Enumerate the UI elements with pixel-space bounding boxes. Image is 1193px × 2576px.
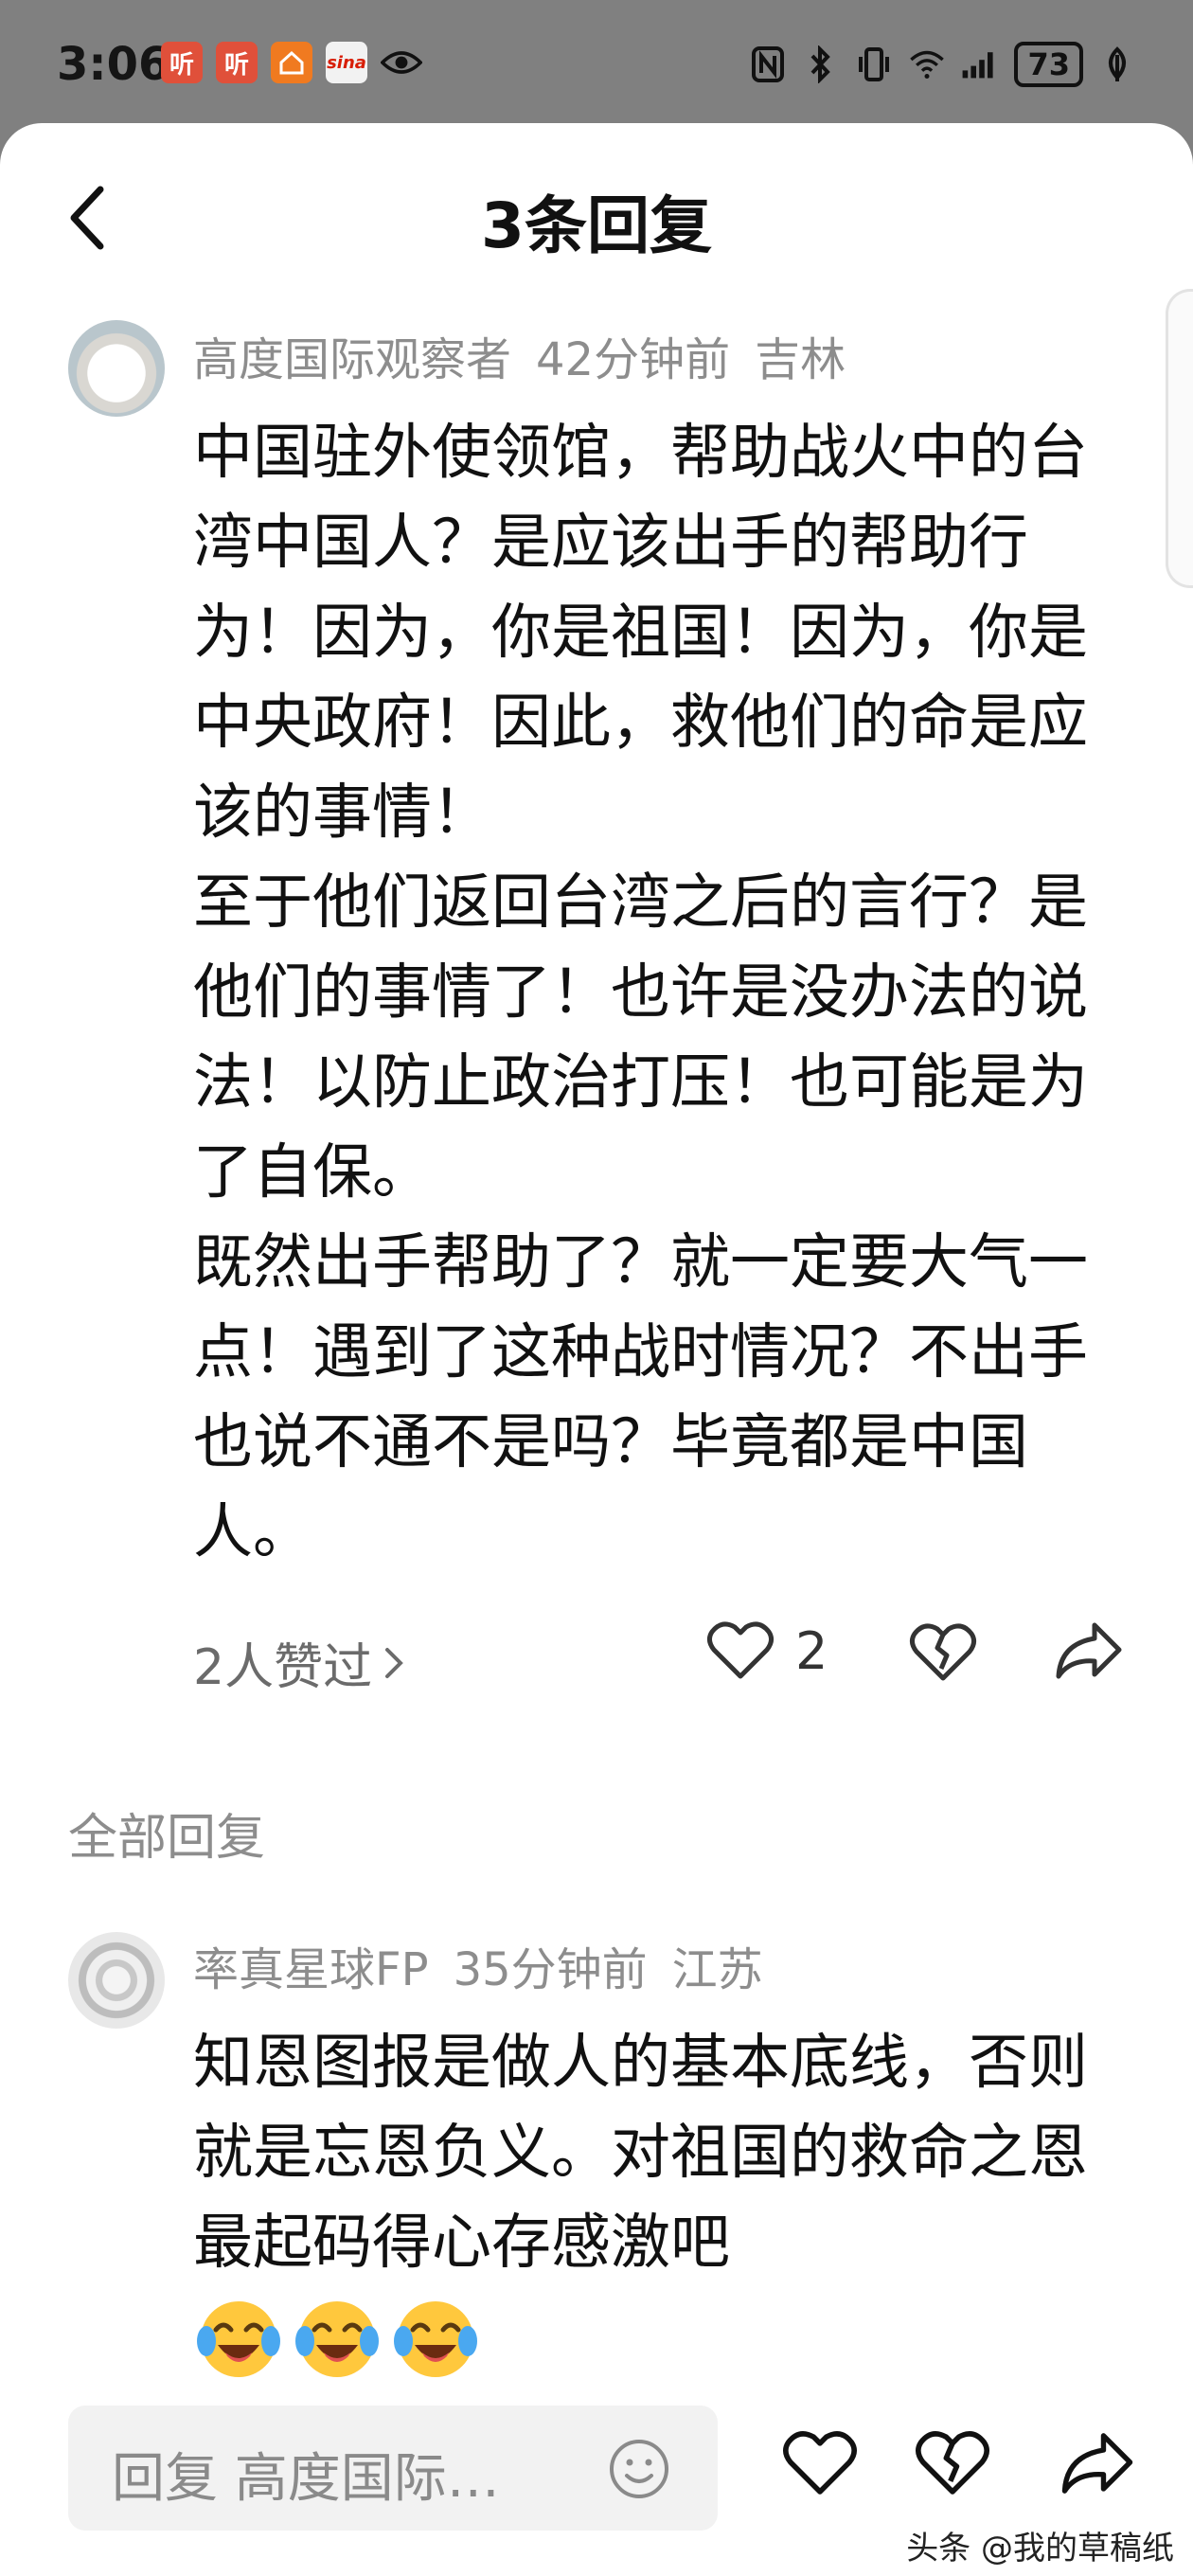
comment-time: 42分钟前 [536,333,731,386]
vibrate-icon [855,45,893,83]
dislike-button[interactable] [909,1621,977,1684]
comment-paragraph: 至于他们返回台湾之后的言行？是他们的事情了！也许是没办法的说法！以防止政治打压！… [193,868,1088,1207]
battery-indicator: 73 [1014,42,1083,87]
reply-meta: 率真星球FP 35分钟前 江苏 [193,1932,788,1998]
reply-input[interactable]: 回复 高度国际… [68,2406,718,2531]
smiley-icon [610,2440,668,2498]
emoji-row [193,2292,481,2383]
comment-location: 吉林 [755,333,846,386]
bottom-share-button[interactable] [1059,2428,1140,2510]
author-name[interactable]: 率真星球FP [193,1943,429,1996]
nfc-icon [749,45,787,83]
author-name[interactable]: 高度国际观察者 [193,333,511,386]
system-icons: 73 [749,42,1136,87]
bluetooth-icon [802,45,840,83]
eye-icon [381,42,422,83]
sina-label: sina [327,52,366,73]
share-icon [1056,1622,1122,1679]
emoji-button[interactable] [608,2438,670,2500]
avatar[interactable] [68,1932,165,2029]
comment-meta: 高度国际观察者 42分钟前 吉林 [193,322,870,388]
reply-location: 江苏 [671,1943,763,1996]
reply-paragraph: 知恩图报是做人的基本底线，否则就是忘恩负义。对祖国的救命之恩最起码得心存感激吧 [193,2028,1088,2277]
like-button[interactable]: 2 [706,1619,828,1682]
ting-app-icon: 听 [161,42,203,83]
laughing-crying-emoji-icon [295,2301,379,2377]
page-title: 3条回复 [481,189,712,262]
chevron-right-icon [385,1647,403,1678]
ting-app-icon: 听 [216,42,258,83]
comment-body: 中国驻外使领馆，帮助战火中的台湾中国人？是应该出手的帮助行为！因为，你是祖国！因… [193,407,1131,1577]
house-app-icon [271,42,312,83]
heart-icon [706,1621,775,1679]
avatar[interactable] [68,320,165,417]
broken-heart-icon [916,2431,989,2495]
share-icon [1061,2433,1133,2494]
watermark: 头条 @我的草稿纸 [906,2530,1174,2567]
notification-icons: 听 听 sina [161,42,422,83]
share-button[interactable] [1053,1619,1125,1682]
wifi-icon [908,45,946,83]
bottom-dislike-button[interactable] [915,2428,996,2510]
side-scroll-handle[interactable] [1166,289,1193,588]
laughing-crying-emoji-icon [394,2301,477,2377]
comment-paragraph: 既然出手帮助了？就一定要大气一点！遇到了这种战时情况？不出手也说不通不是吗？毕竟… [193,1227,1088,1566]
all-replies-label: 全部回复 [68,1810,266,1867]
likes-summary-text: 2人赞过 [193,1639,373,1696]
signal-icon [961,45,999,83]
reply-placeholder: 回复 高度国际… [112,2448,500,2510]
leaf-icon [1098,45,1136,83]
like-count: 2 [795,1620,828,1681]
bottom-like-button[interactable] [782,2428,864,2510]
reply-body: 知恩图报是做人的基本底线，否则就是忘恩负义。对祖国的救命之恩最起码得心存感激吧 [193,2017,1131,2287]
replies-sheet: 3条回复 高度国际观察者 42分钟前 吉林 中国驻外使领馆，帮助战火中的台湾中国人？… [0,123,1193,2576]
status-bar: 3:06 听 听 sina 73 [0,0,1193,133]
status-time: 3:06 [57,38,170,91]
broken-heart-icon [909,1623,977,1681]
heart-icon [783,2431,857,2495]
comment-paragraph: 中国驻外使领馆，帮助战火中的台湾中国人？是应该出手的帮助行为！因为，你是祖国！因… [193,418,1088,847]
laughing-crying-emoji-icon [197,2301,280,2377]
sina-app-icon: sina [326,42,367,83]
likes-summary[interactable]: 2人赞过 [193,1627,408,1698]
reply-time: 35分钟前 [453,1943,648,1996]
